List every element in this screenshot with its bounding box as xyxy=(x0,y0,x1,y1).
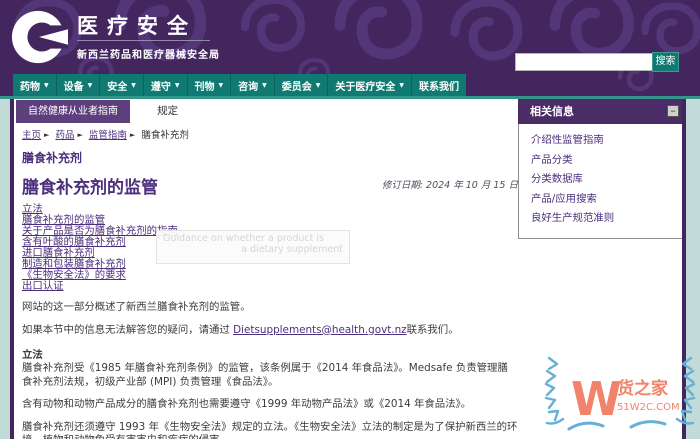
sidebar-link-product-search[interactable]: 产品/应用搜索 xyxy=(531,190,677,210)
watermark-letter: W xyxy=(571,372,622,426)
subnav-item-natural-health[interactable]: 自然健康从业者指南 xyxy=(16,100,130,123)
nav-item-compliance[interactable]: 遵守 ▼ xyxy=(143,74,188,97)
contact-paragraph: 如果本节中的信息无法解答您的疑问，请通过 Dietsupplements@hea… xyxy=(22,323,459,336)
nav-item-committees[interactable]: 委员会 ▼ xyxy=(274,74,329,97)
revision-date: 修订日期: 2024 年 10 月 15 日 xyxy=(381,180,518,191)
breadcrumb-separator: ► xyxy=(44,131,50,139)
chevron-down-icon: ▼ xyxy=(87,82,93,89)
toc-link-biosecurity[interactable]: 《生物安全法》的要求 xyxy=(22,270,518,281)
nav-item-consultations[interactable]: 咨询 ▼ xyxy=(231,74,275,97)
nav-item-publications[interactable]: 刊物 ▼ xyxy=(187,74,232,97)
left-frame-line xyxy=(10,97,14,439)
legislation-heading: 立法 xyxy=(22,349,43,361)
chevron-down-icon: ▼ xyxy=(44,82,49,89)
nav-item-contact[interactable]: 联系我们 xyxy=(412,74,466,97)
subnav-item-regulations[interactable]: 规定 xyxy=(157,100,178,123)
breadcrumb-separator: ► xyxy=(129,131,136,139)
breadcrumb-current: 膳食补充剂 xyxy=(141,130,189,141)
breadcrumb-guidance[interactable]: 监管指南 xyxy=(89,130,127,141)
sidebar-link-classification-database[interactable]: 分类数据库 xyxy=(531,170,677,190)
tooltip-line1: Guidance on whether a product is xyxy=(163,233,324,244)
nav-item-about[interactable]: 关于医疗安全 ▼ xyxy=(328,74,412,97)
sidebar-link-product-classification[interactable]: 产品分类 xyxy=(531,151,677,171)
nav-item-medicines[interactable]: 药物 ▼ xyxy=(13,74,57,97)
chevron-down-icon: ▼ xyxy=(131,82,136,89)
site-subtitle: 新西兰药品和医疗器械安全局 xyxy=(77,50,220,61)
medsafe-logo-icon[interactable] xyxy=(10,8,70,66)
breadcrumb-separator: ► xyxy=(77,131,83,139)
title-row: 膳食补充剂的监管 修订日期: 2024 年 10 月 15 日 xyxy=(22,173,518,198)
legislation-paragraph-2: 含有动物和动物产品成分的膳食补充剂也需要遵守《1999 年动物产品法》或《201… xyxy=(22,398,472,410)
watermark-logo: W 货之家 51W2C.COM xyxy=(543,356,697,439)
nav-item-devices[interactable]: 设备 ▼ xyxy=(56,74,101,97)
tooltip-line2: a dietary supplement xyxy=(241,244,343,255)
chevron-down-icon: ▼ xyxy=(174,82,180,89)
chevron-down-icon: ▼ xyxy=(315,82,321,89)
nav-bottom-rule xyxy=(0,96,700,99)
search-input[interactable] xyxy=(515,53,653,71)
legislation-paragraph-3: 膳食补充剂还须遵守 1993 年《生物安全法》规定的立法。《生物安全法》立法的制… xyxy=(22,420,518,439)
title-underline xyxy=(77,40,210,41)
site-title: 医疗安全 xyxy=(77,14,197,38)
chevron-down-icon: ▼ xyxy=(218,82,224,89)
related-info-links: 介绍性监管指南 产品分类 分类数据库 产品/应用搜索 良好生产规范准则 xyxy=(518,124,684,239)
sidebar-link-gmp-guidelines[interactable]: 良好生产规范准则 xyxy=(531,209,677,229)
nav-item-safety[interactable]: 安全 ▼ xyxy=(100,74,144,97)
chevron-down-icon: ▼ xyxy=(399,82,404,89)
watermark-name: 货之家 xyxy=(617,378,668,399)
breadcrumb: 主页 ► 药品 ► 监管指南 ► 膳食补充剂 xyxy=(22,127,518,141)
legislation-paragraph-1: 膳食补充剂受《1985 年膳食补充剂条例》的监管，该条例属于《2014 年食品法… xyxy=(22,362,508,388)
translation-tooltip: Guidance on whether a product is a dieta… xyxy=(156,230,350,264)
related-info-header: 相关信息 − xyxy=(518,99,684,124)
sidebar-link-intro-guidance[interactable]: 介绍性监管指南 xyxy=(531,131,677,151)
main-content: 主页 ► 药品 ► 监管指南 ► 膳食补充剂 膳食补充剂 膳食补充剂的监管 修订日期:… xyxy=(14,127,518,439)
watermark-domain: 51W2C.COM xyxy=(617,402,680,413)
chevron-down-icon: ▼ xyxy=(262,82,267,89)
toc-link-export[interactable]: 出口认证 xyxy=(22,281,518,292)
collapse-box-button[interactable]: − xyxy=(667,105,679,117)
page: 医疗安全 新西兰药品和医疗器械安全局 搜索 药物 ▼ 设备 ▼ 安全 ▼ 遵守 ▼ 刊物… xyxy=(0,0,700,439)
section-label: 膳食补充剂 xyxy=(22,151,83,165)
search-button[interactable]: 搜索 xyxy=(652,52,679,72)
intro-paragraph: 网站的这一部分概述了新西兰膳食补充剂的监管。 xyxy=(22,301,251,313)
breadcrumb-home[interactable]: 主页 xyxy=(22,130,41,141)
breadcrumb-medicines[interactable]: 药品 xyxy=(55,130,74,141)
related-info-title: 相关信息 xyxy=(530,105,574,118)
main-nav: 药物 ▼ 设备 ▼ 安全 ▼ 遵守 ▼ 刊物 ▼ 咨询 ▼ 委员会 ▼ 关于医疗安全 ▼ 联系我… xyxy=(13,74,466,97)
email-link[interactable]: Dietsupplements@health.govt.nz xyxy=(233,324,407,336)
related-info-box: 相关信息 − 介绍性监管指南 产品分类 分类数据库 产品/应用搜索 良好生产规范… xyxy=(518,99,684,239)
